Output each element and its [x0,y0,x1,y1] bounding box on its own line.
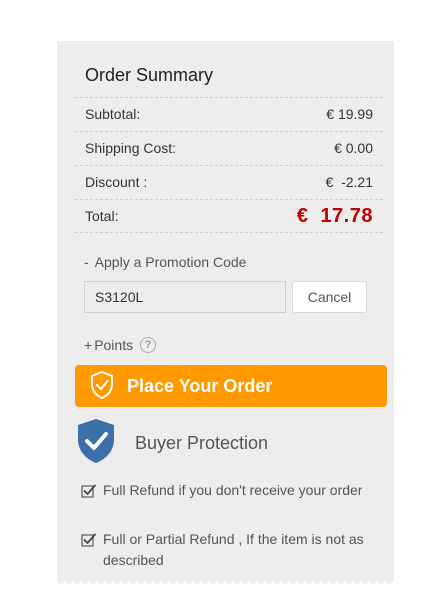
points-label: Points [94,337,134,353]
total-value: €17.78 [297,205,373,228]
order-summary-panel: Order Summary Subtotal: € 19.99 Shipping… [57,41,394,585]
checkbox-icon [81,483,97,505]
shipping-value: € 0.00 [334,140,373,156]
promotion-code-toggle[interactable]: - Apply a Promotion Code [84,254,246,270]
checkbox-icon [81,532,97,571]
total-label: Total: [85,208,119,224]
shield-check-icon [89,370,115,403]
promotion-code-input[interactable] [84,281,286,313]
discount-row: Discount : € -2.21 [75,165,383,198]
subtotal-label: Subtotal: [85,106,141,122]
order-summary-title: Order Summary [85,65,214,85]
subtotal-value: € 19.99 [326,106,373,122]
discount-label: Discount : [85,174,148,190]
total-currency: € [296,204,309,227]
discount-value: € -2.21 [325,174,373,190]
guarantee-item: Full Refund if you don't receive your or… [81,480,371,505]
guarantee-text: Full Refund if you don't receive your or… [103,482,363,498]
shield-check-icon [75,417,117,470]
guarantee-item: Full or Partial Refund , If the item is … [81,529,371,571]
guarantee-text: Full or Partial Refund , If the item is … [103,531,364,568]
total-row: Total: €17.78 [75,199,383,233]
promotion-code-toggle-label: Apply a Promotion Code [94,254,247,270]
place-order-button[interactable]: Place Your Order [75,365,387,407]
buyer-protection-label: Buyer Protection [135,433,269,453]
cancel-promotion-button[interactable]: Cancel [292,281,367,313]
place-order-label: Place Your Order [127,375,273,396]
help-icon[interactable]: ? [140,337,157,353]
subtotal-row: Subtotal: € 19.99 [75,97,383,130]
shipping-label: Shipping Cost: [85,140,177,156]
collapse-icon: - [84,254,89,270]
total-amount: 17.78 [320,204,373,227]
buyer-protection: Buyer Protection [75,417,268,470]
expand-icon: + [84,337,93,353]
points-toggle[interactable]: + Points ? [84,337,157,353]
shipping-row: Shipping Cost: € 0.00 [75,131,383,164]
